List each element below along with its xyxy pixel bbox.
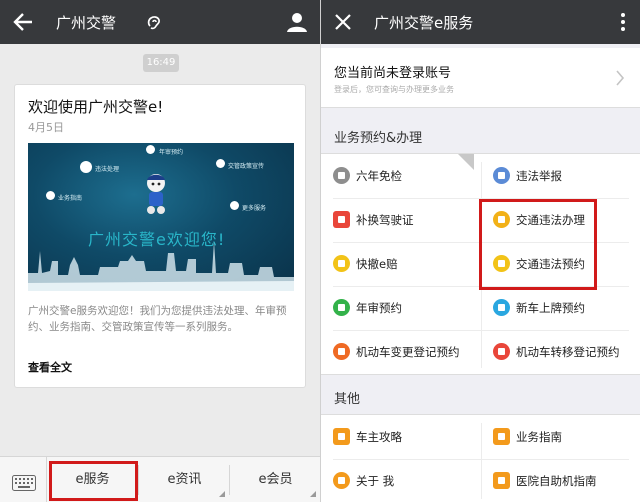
kiosk-icon <box>493 472 510 489</box>
service-label: 新车上牌预约 <box>516 301 585 315</box>
violation-icon <box>80 161 92 173</box>
car-crash-icon <box>333 255 350 272</box>
chat-title: 广州交警 <box>56 14 117 32</box>
service-label: 违法举报 <box>516 169 562 183</box>
read-more-link[interactable]: 查看全文 <box>28 359 72 375</box>
service-new-plate[interactable]: 新车上牌预约 <box>481 286 640 330</box>
service-label: 年审预约 <box>356 301 402 315</box>
menu-e-news[interactable]: e资讯 <box>139 457 230 502</box>
login-prompt[interactable]: 您当前尚未登录账号 登录后，您可查询与办理更多业务 <box>321 48 640 108</box>
bottom-menu-bar: e服务 e资讯 e会员 <box>0 456 320 502</box>
service-business-guide[interactable]: 业务指南 <box>481 415 640 459</box>
login-subtitle: 登录后，您可查询与办理更多业务 <box>334 85 454 94</box>
message-timestamp: 16:49 <box>143 54 179 72</box>
service-label: 六年免检 <box>356 169 402 183</box>
person-icon[interactable] <box>286 11 308 33</box>
service-label: 补换驾驶证 <box>356 213 414 227</box>
service-vehicle-change[interactable]: 机动车变更登记预约 <box>321 330 481 374</box>
car-icon <box>333 343 350 360</box>
service-six-year-exemption[interactable]: 六年免检 <box>321 154 481 198</box>
back-arrow-icon[interactable] <box>12 9 34 35</box>
service-title: 广州交警e服务 <box>374 14 474 32</box>
article-description: 广州交警e服务欢迎您！我们为您提供违法处理、年审预约、业务指南、交管政策宣传等一… <box>28 305 287 333</box>
banner-label: 年审预约 <box>159 149 184 156</box>
service-label: 关于 我 <box>356 474 395 488</box>
service-annual-inspection[interactable]: 年审预约 <box>321 286 481 330</box>
service-quick-claim[interactable]: 快撤e赔 <box>321 242 481 286</box>
menu-label: e会员 <box>258 472 293 487</box>
article-card[interactable]: 欢迎使用广州交警e! 4月5日 违法处理 年审预约 交管政策宣传 业务指南 更多… <box>14 84 306 388</box>
car-icon <box>493 343 510 360</box>
chat-header: 广州交警 <box>0 0 320 44</box>
license-card-icon <box>333 211 350 228</box>
menu-label: e资讯 <box>167 472 202 487</box>
login-title: 您当前尚未登录账号 <box>334 66 452 81</box>
ear-icon[interactable] <box>145 13 163 31</box>
more-services-icon <box>230 201 239 210</box>
banner-label: 违法处理 <box>95 166 120 173</box>
service-label: 医院自助机指南 <box>516 474 597 488</box>
car-icon <box>493 299 510 316</box>
policy-icon <box>216 159 225 168</box>
annual-check-icon <box>146 145 155 154</box>
police-mascot-icon <box>147 174 165 214</box>
submenu-indicator-icon <box>219 491 225 497</box>
city-skyline <box>28 241 294 291</box>
guide-icon <box>46 191 55 200</box>
service-label: 快撤e赔 <box>356 257 398 271</box>
car-icon <box>333 299 350 316</box>
service-about[interactable]: 关于 我 <box>321 459 481 502</box>
menu-e-member[interactable]: e会员 <box>230 457 320 502</box>
chevron-right-icon <box>616 70 625 86</box>
banner-label: 交管政策宣传 <box>228 163 265 170</box>
briefcase-icon <box>493 428 510 445</box>
keyboard-icon[interactable] <box>12 475 36 491</box>
close-icon[interactable] <box>333 12 353 32</box>
camera-icon <box>493 167 510 184</box>
banner-label: 业务指南 <box>58 195 83 202</box>
service-label: 业务指南 <box>516 430 562 444</box>
highlight-box <box>479 199 597 290</box>
article-banner: 违法处理 年审预约 交管政策宣传 业务指南 更多服务 广州交警e欢迎您! <box>28 143 294 291</box>
section-title-other: 其他 <box>334 392 361 407</box>
highlight-box <box>49 461 138 501</box>
article-date: 4月5日 <box>28 121 64 134</box>
flag-icon <box>333 428 350 445</box>
service-license-replace[interactable]: 补换驾驶证 <box>321 198 481 242</box>
service-hospital-kiosk[interactable]: 医院自助机指南 <box>481 459 640 502</box>
service-label: 机动车变更登记预约 <box>356 345 460 359</box>
service-vehicle-transfer[interactable]: 机动车转移登记预约 <box>481 330 640 374</box>
section-title-business: 业务预约&办理 <box>334 131 423 146</box>
more-dots-icon[interactable] <box>620 12 626 32</box>
other-grid: 车主攻略 业务指南 关于 我 医院自助机指南 <box>321 414 640 502</box>
service-label: 车主攻略 <box>356 430 402 444</box>
service-label: 机动车转移登记预约 <box>516 345 620 359</box>
article-title: 欢迎使用广州交警e! <box>28 98 164 116</box>
service-header: 广州交警e服务 <box>321 0 640 44</box>
chat-panel: 广州交警 16:49 欢迎使用广州交警e! 4月5日 违法处理 年审预约 交管政… <box>0 0 320 502</box>
car-icon <box>333 167 350 184</box>
service-owner-guide[interactable]: 车主攻略 <box>321 415 481 459</box>
person-icon <box>333 472 350 489</box>
banner-label: 更多服务 <box>242 205 267 212</box>
service-violation-report[interactable]: 违法举报 <box>481 154 640 198</box>
submenu-indicator-icon <box>310 491 316 497</box>
